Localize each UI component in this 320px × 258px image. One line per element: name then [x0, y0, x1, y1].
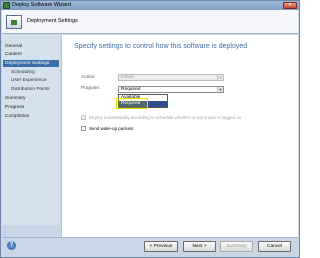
wizard-header: Deployment Settings: [2, 10, 298, 34]
section-heading: Specify settings to control how this sof…: [74, 43, 248, 50]
wake-up-checkbox[interactable]: [81, 126, 86, 131]
annotation-highlight: [116, 98, 148, 109]
chevron-down-icon: ▼: [217, 75, 223, 80]
sidebar-item-content[interactable]: Content: [5, 51, 22, 58]
wizard-app-icon: [3, 2, 10, 9]
purpose-label: Purpose:: [81, 86, 101, 91]
summary-button: Summary: [220, 241, 253, 252]
help-icon[interactable]: ?: [7, 241, 16, 250]
sidebar-item-completion[interactable]: Completion: [5, 113, 29, 120]
wizard-steps-sidebar: General Content Deployment Settings Sche…: [2, 35, 60, 225]
sidebar-item-user-experience[interactable]: User Experience: [11, 77, 46, 84]
action-dropdown: Install ▼: [118, 74, 224, 81]
action-value: Install: [121, 75, 134, 80]
deployment-settings-icon: [6, 15, 22, 29]
previous-button[interactable]: < Previous: [144, 241, 178, 252]
page-title: Deployment Settings: [27, 18, 78, 24]
cancel-button[interactable]: Cancel: [258, 241, 291, 252]
sidebar-item-scheduling[interactable]: Scheduling: [11, 69, 35, 76]
wizard-footer: ? < Previous Next > Summary Cancel: [2, 237, 298, 257]
purpose-value: Required: [121, 87, 141, 92]
wake-up-label: Send wake-up packets: [89, 126, 134, 131]
sidebar-item-summary[interactable]: Summary: [5, 95, 26, 102]
window-title: Deploy Software Wizard: [12, 2, 71, 8]
deploy-automatically-label: Deploy automatically according to schedu…: [89, 115, 242, 120]
purpose-dropdown[interactable]: Required ▼: [118, 86, 224, 93]
close-button[interactable]: ✕: [283, 2, 297, 9]
sidebar-item-distribution-points[interactable]: Distribution Points: [11, 86, 50, 93]
action-label: Action:: [81, 75, 96, 80]
sidebar-item-progress[interactable]: Progress: [5, 104, 24, 111]
sidebar-item-general[interactable]: General: [5, 43, 22, 50]
title-bar: Deploy Software Wizard ✕: [1, 1, 299, 10]
sidebar-item-deployment-settings[interactable]: Deployment Settings: [3, 60, 59, 67]
next-button[interactable]: Next >: [183, 241, 216, 252]
main-content: Specify settings to control how this sof…: [61, 35, 298, 237]
deploy-automatically-row: Deploy automatically according to schedu…: [81, 115, 241, 120]
deploy-automatically-checkbox: [81, 115, 86, 120]
wizard-window: Deploy Software Wizard ✕ Deployment Sett…: [0, 0, 300, 258]
wake-up-row: Send wake-up packets: [81, 126, 133, 131]
chevron-down-icon[interactable]: ▼: [217, 87, 223, 92]
